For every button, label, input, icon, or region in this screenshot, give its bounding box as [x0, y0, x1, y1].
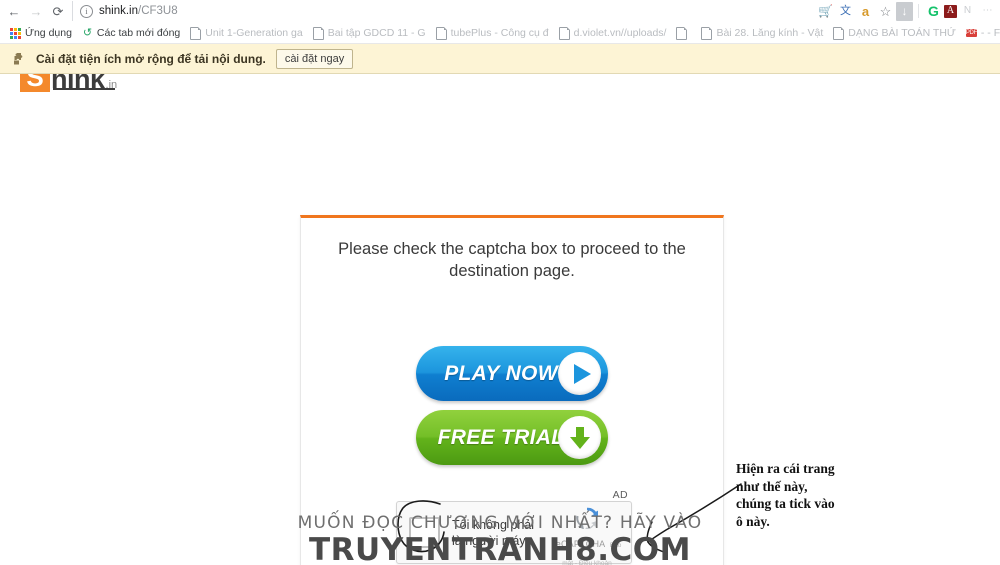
bookmark-label: Ứng dụng [25, 27, 72, 39]
browser-toolbar: ← → ⟳ i shink.in/CF3U8 🛒 文 a ☆ ↓ G A N ⋯ [0, 0, 1000, 23]
bookmark-label: Các tab mới đóng [96, 27, 181, 39]
install-now-button[interactable]: cài đặt ngay [275, 48, 354, 69]
bookmark-label: Bài 28. Lăng kính - Vật [716, 27, 824, 39]
free-trial-button-wrap: FREE TRIAL [301, 410, 723, 465]
bookmarks-bar: Ứng dụng ↺ Các tab mới đóng Unit 1-Gener… [0, 23, 1000, 44]
logo-underline [53, 88, 115, 90]
bookmark-fitsi[interactable]: PDF - - Fitsi Card_Gen Sur [961, 24, 1000, 42]
annotation-line: Hiện ra cái trang [736, 461, 835, 476]
play-now-button-wrap: PLAY NOW [301, 346, 723, 401]
bookmark-dangbai[interactable]: DẠNG BÀI TOÁN THỨ [828, 24, 961, 42]
watermark-bottom-text: TRUYENTRANH8.COM [309, 532, 691, 565]
forward-icon: → [29, 3, 43, 19]
address-bar[interactable]: i shink.in/CF3U8 [72, 1, 816, 21]
page-content: S hink .in Please check the captcha box … [0, 74, 1000, 565]
bookmark-label: d.violet.vn//uploads/ [573, 27, 667, 39]
puzzle-piece-icon [12, 52, 26, 66]
reload-icon[interactable]: ⟳ [48, 1, 68, 21]
bookmark-label: Bai tập GDCD 11 - G [327, 27, 426, 39]
bookmark-label: Unit 1-Generation ga [205, 27, 303, 39]
download-icon[interactable]: ↓ [896, 1, 913, 21]
page-icon [312, 26, 324, 40]
play-triangle-icon [558, 352, 601, 395]
arrow-down-icon [558, 416, 601, 459]
navigation-buttons: ← → ⟳ [0, 1, 68, 21]
shink-logo[interactable]: S hink .in [20, 74, 117, 93]
page-icon [190, 26, 202, 40]
history-icon: ↺ [82, 26, 93, 39]
annotation-line: như thế này, [736, 478, 808, 494]
amazon-assistant-icon[interactable]: a [856, 2, 875, 21]
bookmark-gdcd[interactable]: Bai tập GDCD 11 - G [308, 24, 431, 42]
url-path: /CF3U8 [138, 5, 178, 17]
bookmark-label: - - Fitsi Card_Gen Sur [980, 27, 1000, 39]
site-info-icon[interactable]: i [80, 4, 93, 18]
bookmark-label: tubePlus - Công cụ đ [450, 27, 549, 39]
extension-notice-bar: Cài đặt tiện ích mở rộng để tải nội dung… [0, 44, 1000, 74]
logo-mark: S [20, 74, 50, 92]
red-badge-icon: PDF [965, 29, 977, 37]
url-host: shink.in [99, 5, 138, 17]
adobe-pdf-icon[interactable]: A [944, 4, 957, 18]
bookmark-bai28[interactable]: Bài 28. Lăng kính - Vật [696, 24, 828, 42]
bookmark-recent-tabs[interactable]: ↺ Các tab mới đóng [77, 24, 185, 42]
translate-icon[interactable]: 文 [836, 2, 855, 21]
card-message: Please check the captcha box to proceed … [338, 240, 686, 280]
ad-label: AD [612, 489, 628, 501]
page-icon [833, 26, 845, 40]
free-trial-button[interactable]: FREE TRIAL [416, 410, 608, 465]
shopping-cart-icon[interactable]: 🛒 [816, 2, 835, 21]
play-now-button[interactable]: PLAY NOW [416, 346, 608, 401]
extension-n-icon[interactable]: N [958, 2, 977, 21]
site-watermark: MUỐN ĐỌC CHƯƠNG MỚI NHẤT? HÃY VÀO TRUYEN… [0, 513, 1000, 565]
grammarly-icon[interactable]: G [924, 2, 943, 21]
toolbar-divider [918, 4, 919, 18]
bookmark-apps[interactable]: Ứng dụng [5, 24, 77, 42]
extension-toolbar: 🛒 文 a ☆ ↓ G A N ⋯ [816, 1, 1000, 21]
bookmark-blank[interactable] [671, 24, 696, 42]
watermark-top-text: MUỐN ĐỌC CHƯƠNG MỚI NHẤT? HÃY VÀO [297, 513, 703, 533]
bookmark-tubeplus[interactable]: tubePlus - Công cụ đ [431, 24, 554, 42]
annotation-line: chúng ta tick vào [736, 496, 835, 511]
page-icon [676, 26, 688, 40]
page-icon [435, 26, 447, 40]
bookmark-violet[interactable]: d.violet.vn//uploads/ [554, 24, 672, 42]
back-icon[interactable]: ← [4, 1, 24, 21]
bookmark-label: DẠNG BÀI TOÁN THỨ [848, 27, 956, 39]
apps-grid-icon [10, 27, 21, 39]
overflow-icon[interactable]: ⋯ [978, 2, 997, 21]
bookmark-star-icon[interactable]: ☆ [876, 2, 895, 21]
page-icon [701, 26, 713, 40]
notice-text: Cài đặt tiện ích mở rộng để tải nội dung… [36, 51, 266, 66]
bookmark-unit1[interactable]: Unit 1-Generation ga [185, 24, 307, 42]
page-icon [558, 26, 570, 40]
